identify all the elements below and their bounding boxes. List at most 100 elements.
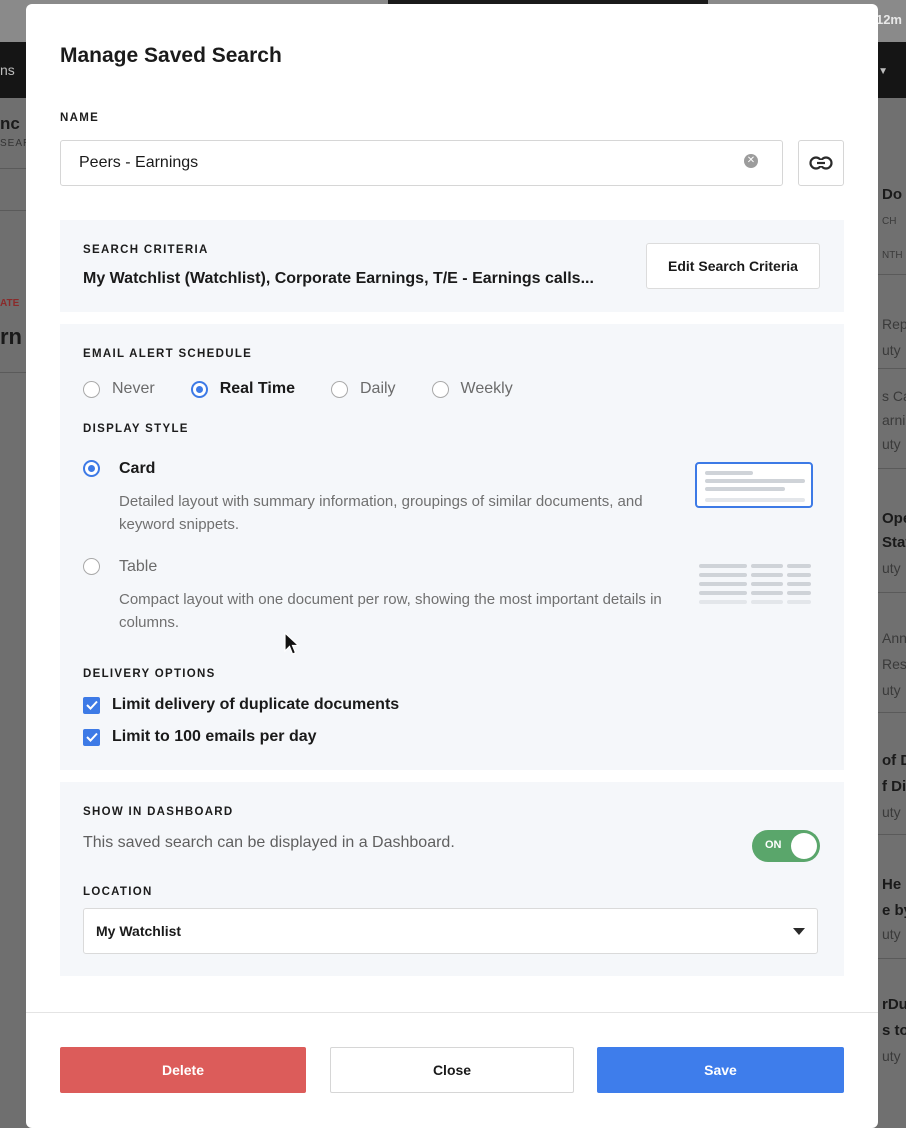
email-alert-panel: EMAIL ALERT SCHEDULE Never Real Time Dai…: [60, 324, 844, 770]
show-in-dashboard-label: SHOW IN DASHBOARD: [83, 806, 234, 818]
close-button[interactable]: Close: [330, 1047, 574, 1093]
link-icon: [809, 156, 833, 170]
display-style-table-title[interactable]: Table: [119, 558, 157, 576]
display-style-card-radio[interactable]: [83, 460, 100, 477]
show-in-dashboard-description: This saved search can be displayed in a …: [83, 834, 455, 851]
name-input[interactable]: [60, 140, 783, 186]
radio-icon: [330, 380, 348, 398]
schedule-option-real-time[interactable]: Real Time: [190, 380, 295, 398]
location-select-value: My Watchlist: [96, 923, 182, 939]
background-text: uty: [882, 682, 901, 698]
copy-link-button[interactable]: [798, 140, 844, 186]
thumbnail-line: [787, 600, 811, 604]
thumbnail-line: [751, 582, 783, 586]
background-text: uty: [882, 342, 901, 358]
schedule-option-label: Weekly: [460, 380, 513, 397]
mouse-pointer-icon: [284, 632, 300, 655]
limit-emails-checkbox[interactable]: Limit to 100 emails per day: [83, 728, 317, 746]
radio-icon: [431, 380, 449, 398]
dialog-title: Manage Saved Search: [60, 44, 282, 67]
display-style-card-description: Detailed layout with summary information…: [119, 493, 643, 533]
background-text: Resu: [882, 656, 906, 672]
thumbnail-line: [705, 487, 785, 491]
table-layout-thumbnail[interactable]: [695, 560, 813, 606]
toggle-state-label: ON: [765, 839, 782, 851]
email-alert-schedule-options: Never Real Time Daily Weekly: [83, 378, 549, 400]
search-criteria-label: SEARCH CRITERIA: [83, 244, 209, 256]
background-text: uty: [882, 436, 901, 452]
background-text: uty: [882, 804, 901, 820]
clear-input-icon[interactable]: ✕: [744, 154, 758, 168]
background-text: Repo: [882, 316, 906, 332]
delivery-options-label: DELIVERY OPTIONS: [83, 668, 216, 680]
divider: [878, 274, 906, 275]
background-text: of D: [882, 752, 906, 769]
thumbnail-line: [699, 564, 747, 568]
schedule-option-label: Daily: [359, 380, 396, 397]
edit-search-criteria-button[interactable]: Edit Search Criteria: [646, 243, 820, 289]
display-style-table-radio[interactable]: [83, 558, 100, 575]
location-select[interactable]: My Watchlist: [83, 908, 818, 954]
background-text: rn: [0, 324, 22, 349]
divider: [878, 468, 906, 469]
divider: [878, 958, 906, 959]
search-criteria-text: My Watchlist (Watchlist), Corporate Earn…: [83, 270, 594, 287]
caret-down-icon: [793, 927, 805, 935]
manage-saved-search-dialog: Manage Saved Search NAME ✕ SEARCH CRITER…: [26, 4, 878, 1128]
thumbnail-line: [699, 600, 747, 604]
thumbnail-line: [699, 591, 747, 595]
radio-selected-icon: [190, 380, 208, 398]
divider: [878, 834, 906, 835]
background-text: uty: [882, 1048, 901, 1064]
background-text: CH: [882, 216, 897, 227]
name-label: NAME: [60, 112, 100, 124]
background-text: rDu: [882, 996, 906, 1013]
radio-icon: [83, 380, 100, 398]
thumbnail-line: [787, 582, 811, 586]
background-timestamp: 12m: [875, 12, 902, 27]
thumbnail-line: [705, 498, 805, 502]
show-in-dashboard-panel: SHOW IN DASHBOARD This saved search can …: [60, 782, 844, 976]
search-criteria-panel: SEARCH CRITERIA My Watchlist (Watchlist)…: [60, 220, 844, 312]
schedule-option-daily[interactable]: Daily: [330, 380, 396, 398]
email-alert-schedule-label: EMAIL ALERT SCHEDULE: [83, 348, 253, 360]
background-text: uty: [882, 560, 901, 576]
checkbox-checked-icon: [83, 728, 100, 746]
display-style-label: DISPLAY STYLE: [83, 423, 189, 435]
thumbnail-line: [751, 573, 783, 577]
background-text: Do: [882, 186, 902, 203]
background-text: f Dir: [882, 778, 906, 795]
divider: [878, 592, 906, 593]
display-style-card-title[interactable]: Card: [119, 460, 155, 478]
thumbnail-line: [751, 600, 783, 604]
background-text: uty: [882, 926, 901, 942]
location-label: LOCATION: [83, 886, 153, 898]
divider: [878, 712, 906, 713]
thumbnail-line: [751, 591, 783, 595]
background-text: NTH: [882, 250, 903, 261]
show-in-dashboard-toggle[interactable]: ON: [752, 830, 820, 862]
background-text: Ann: [882, 630, 906, 646]
background-text: He: [882, 876, 902, 893]
thumbnail-line: [787, 573, 811, 577]
background-text: ATE: [0, 298, 20, 309]
schedule-option-weekly[interactable]: Weekly: [431, 380, 513, 398]
background-nav-text: ns: [0, 62, 15, 78]
save-button[interactable]: Save: [597, 1047, 844, 1093]
card-layout-thumbnail[interactable]: [695, 462, 813, 508]
background-text: nc: [0, 114, 20, 133]
limit-duplicates-label: Limit delivery of duplicate documents: [112, 696, 400, 713]
thumbnail-line: [787, 591, 811, 595]
background-text: arni: [882, 412, 906, 428]
background-text: e by: [882, 902, 906, 919]
background-text: State: [882, 534, 906, 551]
display-style-table-description: Compact layout with one document per row…: [119, 591, 662, 631]
limit-duplicates-checkbox[interactable]: Limit delivery of duplicate documents: [83, 696, 399, 714]
thumbnail-line: [699, 573, 747, 577]
schedule-option-label: Real Time: [219, 380, 295, 397]
checkbox-checked-icon: [83, 696, 100, 714]
schedule-option-never[interactable]: Never: [83, 380, 155, 398]
chevron-down-icon: ▼: [878, 66, 888, 77]
thumbnail-line: [705, 471, 753, 475]
delete-button[interactable]: Delete: [60, 1047, 306, 1093]
